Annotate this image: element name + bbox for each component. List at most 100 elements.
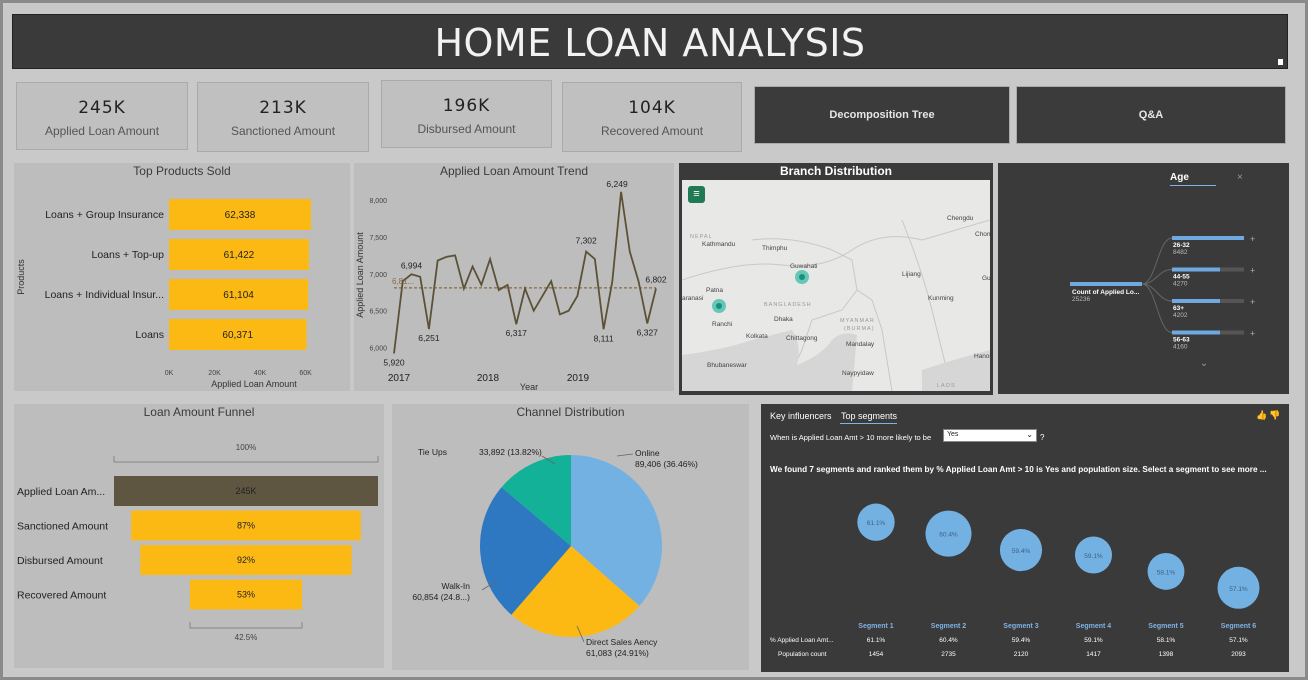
x-tick-label: 2017: [388, 373, 411, 384]
map-place-label: Lijiang: [902, 271, 921, 278]
decomp-root-value: 25236: [1072, 296, 1090, 303]
map-place-label: Mandalay: [846, 341, 875, 348]
border-line: [682, 219, 990, 281]
y-tick-label: 6,500: [369, 309, 387, 316]
tick-label: 60K: [299, 370, 312, 377]
map-place-label: Chengdu: [947, 215, 974, 222]
kpi-card-applied[interactable]: 245K Applied Loan Amount: [16, 82, 188, 150]
kpi-card-sanctioned[interactable]: 213K Sanctioned Amount: [197, 82, 369, 152]
map-place-label: MYANMAR: [840, 318, 875, 324]
map-place-label: Ranchi: [712, 321, 732, 328]
leader-line: [616, 453, 634, 457]
segment-pop: 1398: [1159, 651, 1174, 658]
segment-name[interactable]: Segment 1: [858, 623, 894, 630]
segment-name[interactable]: Segment 5: [1148, 623, 1184, 630]
decomp-node-value: 8482: [1173, 249, 1188, 256]
segment-name[interactable]: Segment 6: [1221, 623, 1257, 630]
expand-plus-icon[interactable]: +: [1250, 266, 1255, 276]
bar-value-label: 61,422: [224, 250, 255, 261]
branch-marker-center: [716, 303, 722, 309]
segments-chart: % Applied Loan Amt... Population count 6…: [770, 503, 1260, 658]
decomposition-tree-button[interactable]: Decomposition Tree: [754, 86, 1010, 144]
kpi-card-recovered[interactable]: 104K Recovered Amount: [562, 82, 742, 152]
decomp-more-icon[interactable]: ⌄: [1200, 358, 1208, 369]
bay-of-bengal: [682, 330, 857, 391]
segment-name[interactable]: Segment 3: [1003, 623, 1039, 630]
funnel-top-label: 100%: [236, 443, 256, 452]
map-canvas[interactable]: Chengdu Chon NEPAL Kathmandu Thimphu Guwahati…: [682, 180, 990, 391]
decomp-node-bar[interactable]: [1172, 267, 1220, 272]
map-place-label: Hanoi: [974, 353, 990, 360]
segment-name[interactable]: Segment 2: [931, 623, 967, 630]
decomp-node-bar[interactable]: [1172, 299, 1220, 303]
map-place-label: NEPAL: [690, 234, 713, 240]
tick-label: 20K: [208, 370, 221, 377]
y-tick-label: 7,000: [369, 272, 387, 279]
decomposition-panel[interactable]: Age × Count of Applied Lo... 25236 26-32…: [998, 163, 1289, 394]
segment-name[interactable]: Segment 4: [1076, 623, 1112, 630]
channel-panel[interactable]: Channel Distribution Online 89,406 (36.46…: [392, 404, 749, 670]
segment-pop: 2093: [1231, 651, 1246, 658]
trend-ylabel: Applied Loan Amount: [355, 232, 365, 318]
trend-xlabel: Year: [520, 382, 538, 391]
row-pop-label: Population count: [778, 651, 827, 658]
resize-handle-icon[interactable]: [1278, 59, 1283, 65]
map-svg: Chengdu Chon NEPALKathmandu Thimphu Guwahati…: [682, 215, 990, 391]
bar-value-label: 60,371: [222, 330, 253, 341]
kpi-card-disbursed[interactable]: 196K Disbursed Amount: [381, 80, 552, 148]
decomp-node-bar[interactable]: [1172, 236, 1244, 240]
expand-plus-icon[interactable]: +: [1250, 329, 1255, 339]
segment-pct: 60.4%: [939, 637, 958, 644]
map-place-label: Kathmandu: [702, 241, 736, 248]
slice-name-label: Walk-In: [442, 581, 471, 591]
kpi-label: Applied Loan Amount: [44, 124, 160, 138]
funnel-stage-label: Disbursed Amount: [17, 555, 103, 567]
y-tick-label: 8,000: [369, 198, 387, 205]
data-label: 5,920: [383, 358, 405, 368]
funnel-stage-value: 245K: [235, 486, 256, 496]
y-tick-label: 6,000: [369, 346, 387, 353]
funnel-bottom-label: 42.5%: [235, 633, 258, 642]
map-place-label: Guwahati: [790, 263, 817, 270]
decomp-node-label: 56-63: [1173, 337, 1190, 344]
trend-chart: Applied Loan Amount Year 8,000 7,500 7,000…: [355, 179, 667, 391]
decomp-svg: Count of Applied Lo... 25236 26-328482 +4…: [1070, 234, 1255, 369]
map-place-label: LAOS: [937, 383, 956, 389]
trend-panel[interactable]: Applied Loan Amount Trend Applied Loan A…: [354, 163, 674, 391]
map-place-label: Gui: [982, 275, 990, 282]
map-place-label: Kunming: [928, 295, 954, 302]
branch-marker-center: [799, 274, 805, 280]
top-products-xlabel: Applied Loan Amount: [211, 379, 297, 389]
funnel-stage-value: 87%: [237, 521, 255, 531]
data-label: 6,994: [401, 260, 423, 270]
product-label: Loans + Individual Insur...: [45, 289, 164, 301]
map-title: Branch Distribution: [779, 164, 892, 178]
kpi-label: Recovered Amount: [600, 124, 704, 138]
funnel-stage-value: 92%: [237, 555, 255, 565]
influencers-panel[interactable]: Key influencers Top segments 👍 👎 When is…: [761, 404, 1289, 672]
slice-value-label: 33,892 (13.82%): [479, 447, 542, 457]
slice-name-label: Online: [635, 448, 660, 458]
map-menu-icon[interactable]: ≡: [688, 186, 705, 203]
data-label: 6,327: [637, 327, 659, 337]
top-products-panel[interactable]: Top Products Sold Products Applied Loan …: [14, 163, 350, 391]
decomp-root-bar: [1070, 282, 1142, 286]
bar-value-label: 61,104: [223, 290, 254, 301]
funnel-top-bracket: [113, 456, 379, 463]
decomp-node-label: 63+: [1173, 305, 1184, 312]
row-pct-label: % Applied Loan Amt...: [770, 637, 834, 644]
channel-chart: Online89,406 (36.46%)Direct Sales Aency6…: [412, 447, 698, 658]
decomp-node-bar[interactable]: [1172, 330, 1220, 335]
segment-bubble-label: 57.1%: [1229, 586, 1248, 593]
expand-plus-icon[interactable]: +: [1250, 297, 1255, 307]
segment-pct: 59.4%: [1012, 637, 1031, 644]
map-place-label: Thimphu: [762, 245, 788, 252]
x-tick-label: 2019: [567, 373, 590, 384]
segment-bubble-label: 59.1%: [1084, 553, 1103, 560]
funnel-panel[interactable]: Loan Amount Funnel 100% 42.5% 245K Applie…: [14, 404, 384, 668]
funnel-stage-value: 53%: [237, 590, 255, 600]
map-panel[interactable]: Branch Distribution Chengdu Chon NEPAL Kath…: [679, 163, 993, 395]
decomp-node-value: 4202: [1173, 312, 1188, 319]
qa-button[interactable]: Q&A: [1016, 86, 1286, 144]
expand-plus-icon[interactable]: +: [1250, 234, 1255, 244]
